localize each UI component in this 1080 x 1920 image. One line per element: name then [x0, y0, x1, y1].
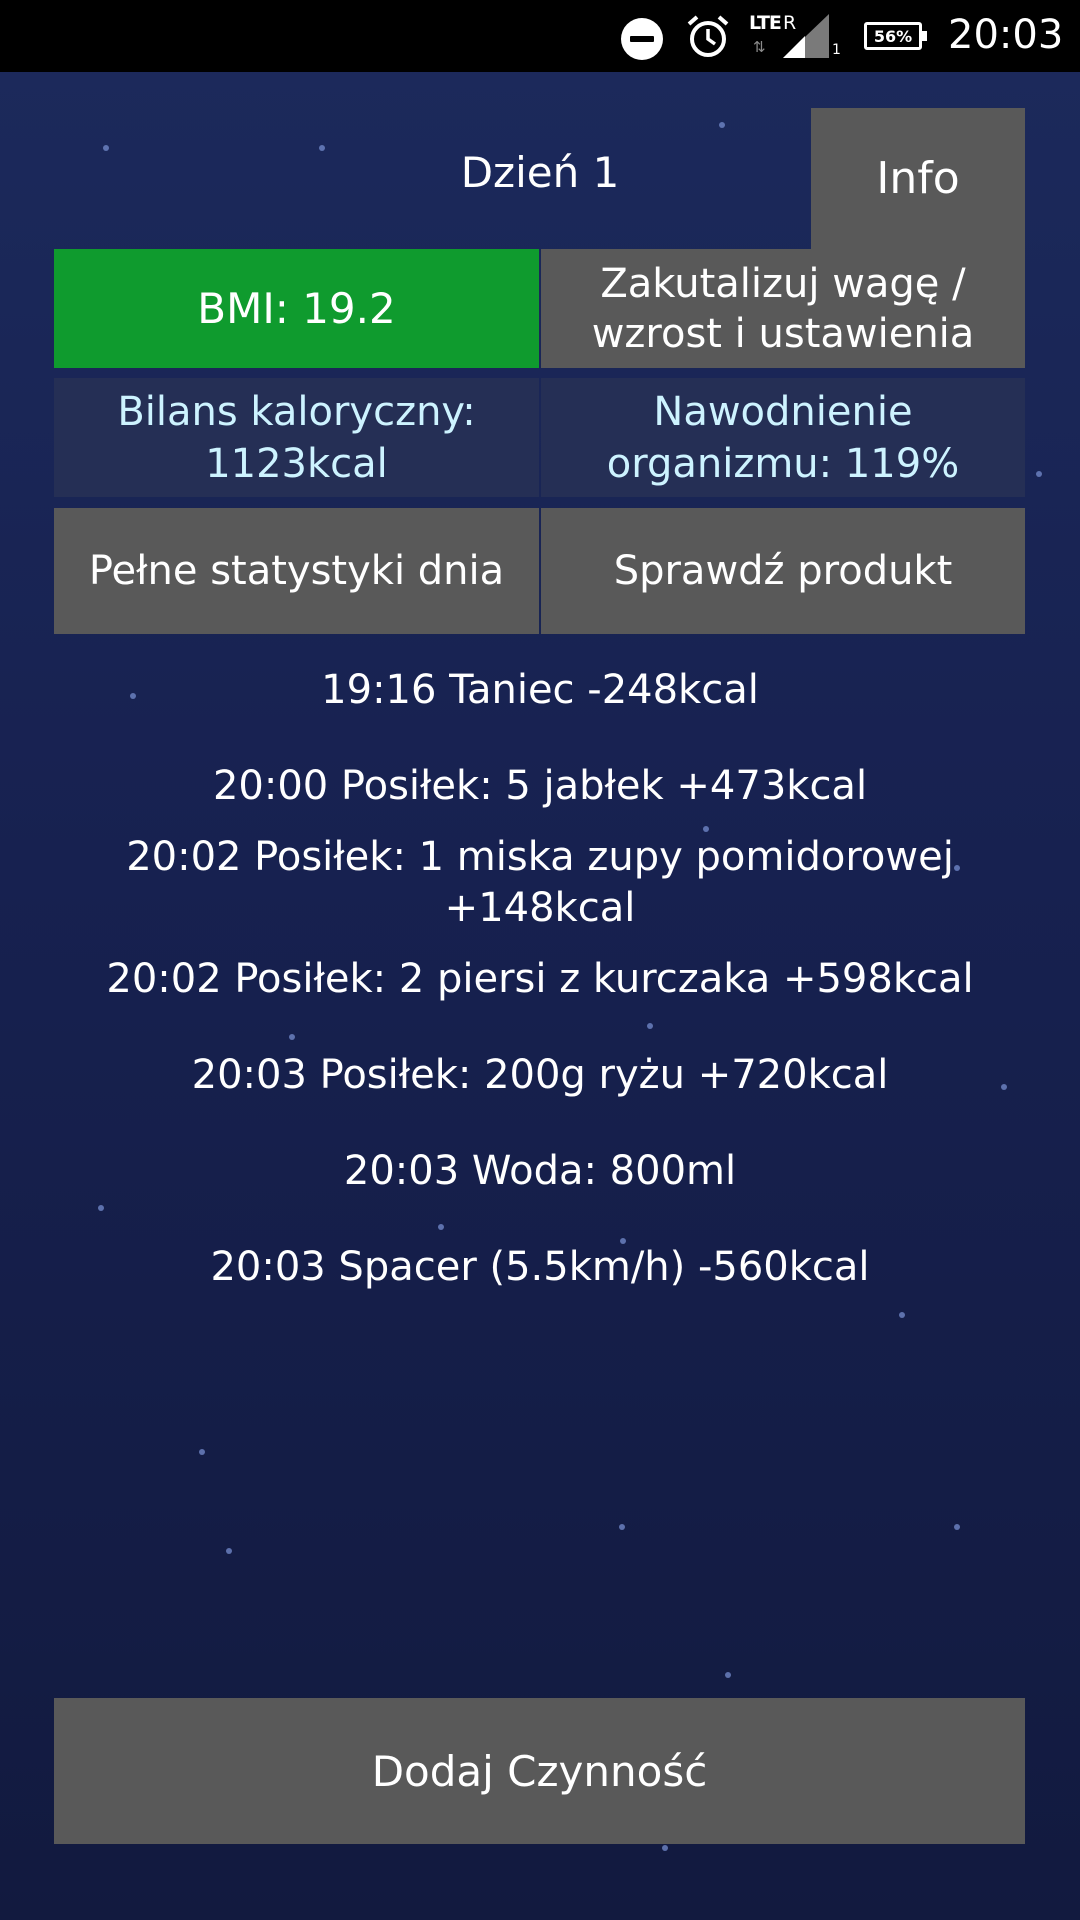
log-entry: 20:03 Spacer (5.5km/h) -560kcal [210, 1244, 870, 1290]
star-decoration [719, 122, 725, 128]
star-decoration [226, 1548, 232, 1554]
sim-slot-label: 1 [832, 42, 841, 58]
log-entry: 20:03 Woda: 800ml [343, 1148, 737, 1194]
day-title: Dzień 1 [460, 148, 620, 197]
calorie-balance: Bilans kaloryczny: 1123kcal [54, 378, 539, 497]
star-decoration [662, 1845, 668, 1851]
log-entry: 20:00 Posiłek: 5 jabłek +473kcal [212, 763, 868, 809]
do-not-disturb-icon [621, 18, 663, 60]
star-decoration [725, 1672, 731, 1678]
star-decoration [619, 1524, 625, 1530]
check-product-button[interactable]: Sprawdź produkt [541, 508, 1025, 634]
star-decoration [199, 1449, 205, 1455]
info-button[interactable]: Info [811, 108, 1025, 249]
bmi-indicator: BMI: 19.2 [54, 249, 539, 368]
star-decoration [1036, 471, 1042, 477]
star-decoration [954, 1524, 960, 1530]
data-arrows-icon: ⇅ [753, 38, 766, 56]
log-entry: 20:02 Posiłek: 2 piersi z kurczaka +598k… [106, 956, 974, 1002]
alarm-icon [687, 15, 729, 57]
log-entry: 19:16 Taniec -248kcal [321, 667, 759, 713]
log-entry: 20:02 Posiłek: 1 miska zupy pomidorowej … [126, 834, 954, 931]
hydration-status: Nawodnienie organizmu: 119% [541, 378, 1025, 497]
lte-signal-icon [783, 14, 829, 58]
status-bar: LTE R ⇅ 1 56% 20:03 [0, 0, 1080, 72]
full-day-stats-button[interactable]: Pełne statystyki dnia [54, 508, 539, 634]
update-weight-height-settings-button[interactable]: Zakutalizuj wagę / wzrost i ustawienia [541, 249, 1025, 368]
log-entry: 20:03 Posiłek: 200g ryżu +720kcal [191, 1052, 889, 1098]
status-time: 20:03 [948, 12, 1064, 58]
star-decoration [319, 145, 325, 151]
activity-log: 19:16 Taniec -248kcal 20:00 Posiłek: 5 j… [60, 665, 1020, 1293]
star-decoration [899, 1312, 905, 1318]
add-activity-button[interactable]: Dodaj Czynność [54, 1698, 1025, 1844]
star-decoration [103, 145, 109, 151]
network-type-label: LTE [749, 12, 782, 34]
battery-percent: 56% [873, 26, 913, 46]
battery-icon: 56% [864, 22, 927, 50]
